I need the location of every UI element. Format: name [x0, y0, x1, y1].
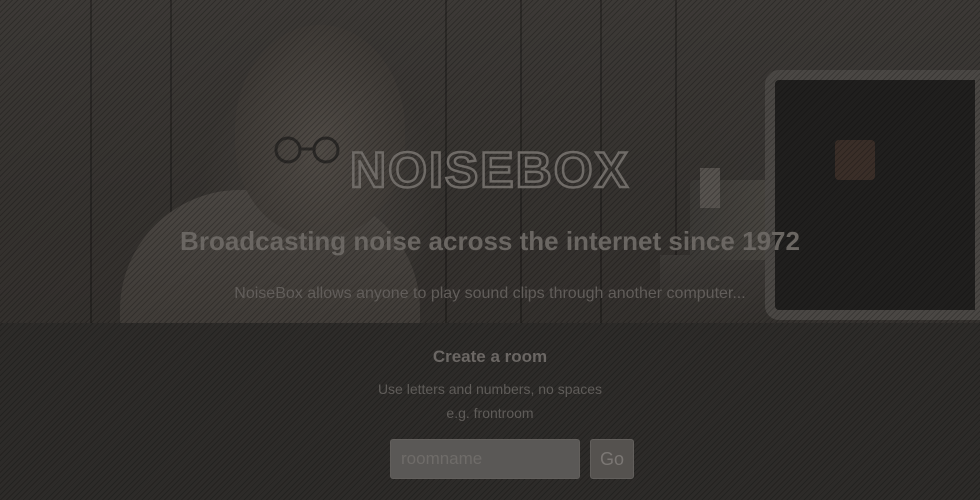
background-person-head	[235, 25, 405, 235]
logo-wordmark: NOISEBOX	[349, 143, 630, 195]
create-room-title: Create a room	[432, 347, 548, 366]
noisebox-logo: NOISEBOX	[0, 143, 980, 200]
create-room-section: Create a room Use letters and numbers, n…	[0, 323, 980, 500]
room-name-example: e.g. frontroom	[446, 405, 534, 421]
room-name-hint: Use letters and numbers, no spaces	[377, 381, 603, 397]
roomname-input[interactable]	[390, 439, 580, 479]
go-button[interactable]: Go	[590, 439, 634, 479]
logo-text: NOISEBOX	[350, 143, 630, 195]
intro-text: NoiseBox allows anyone to play sound cli…	[234, 285, 746, 302]
create-room-form: Go	[390, 439, 634, 479]
tagline: Broadcasting noise across the internet s…	[180, 226, 800, 256]
hero-banner: NOISEBOX Broadcasting noise across the i…	[0, 0, 980, 323]
